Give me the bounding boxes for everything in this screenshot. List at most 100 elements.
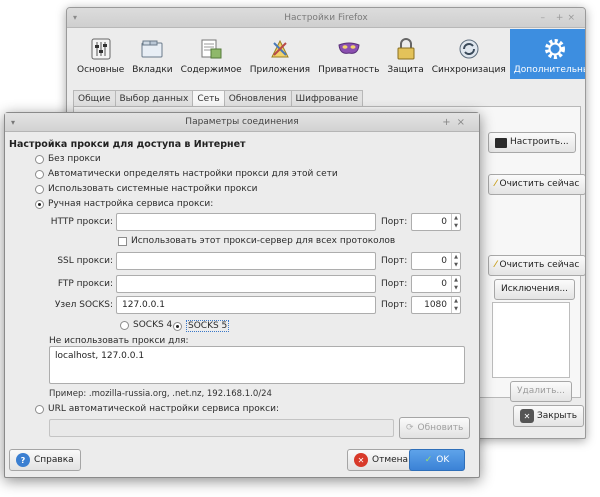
dialog-menu-icon[interactable]: ▾ [11, 113, 15, 132]
radio-auto-detect[interactable]: Автоматически определять настройки прокс… [35, 169, 338, 179]
exceptions-button[interactable]: Исключения... [494, 279, 576, 300]
spin-arrows-icon[interactable]: ▲ ▼ [451, 214, 460, 230]
switches-icon [89, 37, 113, 61]
radio-button-selected[interactable] [35, 199, 44, 209]
pane-content[interactable]: Содержимое [177, 29, 246, 79]
no-proxy-for-label: Не использовать прокси для: [49, 336, 189, 346]
pane-tabs[interactable]: Вкладки [128, 29, 176, 79]
checkmark-icon: ✓ [424, 455, 433, 465]
spin-arrows-icon[interactable]: ▲ ▼ [451, 276, 460, 292]
cancel-button-label: Отмена [372, 455, 409, 465]
pane-advanced[interactable]: Дополнительные [509, 29, 585, 79]
exceptions-button-label: Исключения... [501, 284, 569, 294]
socks-port-value: 1080 [424, 300, 447, 310]
ssl-proxy-input[interactable] [116, 252, 376, 270]
offline-sites-list[interactable] [492, 302, 570, 378]
delete-button[interactable]: Удалить... [510, 381, 572, 402]
cancel-button[interactable]: ✕ Отмена [347, 449, 416, 471]
radio-button[interactable] [35, 154, 44, 164]
close-button[interactable]: ✕ Закрыть [513, 405, 585, 427]
cancel-icon: ✕ [354, 453, 368, 467]
radio-socks4-label: SOCKS 4 [133, 320, 173, 330]
broom-icon: ⁄ [495, 260, 497, 270]
ok-button-label: OK [436, 455, 450, 465]
tab-general[interactable]: Общие [73, 90, 116, 107]
ssl-port-value: 0 [441, 256, 447, 266]
ftp-proxy-input[interactable] [116, 275, 376, 293]
same-proxy-checkbox[interactable]: Использовать этот прокси-сервер для всех… [118, 236, 395, 246]
radio-button[interactable] [35, 404, 44, 414]
ok-button[interactable]: ✓ OK [409, 449, 465, 471]
settings-window-title: Настройки Firefox [284, 13, 368, 23]
radio-button-selected[interactable] [173, 321, 182, 331]
ssl-port-input[interactable]: 0 ▲ ▼ [411, 252, 461, 270]
radio-button[interactable] [120, 320, 129, 330]
clear-offline-button[interactable]: ⁄ Очистить сейчас [488, 255, 585, 276]
socks-port-label: Порт: [381, 300, 408, 310]
sync-icon [457, 37, 481, 61]
radio-no-proxy[interactable]: Без прокси [35, 154, 101, 164]
configure-button[interactable]: Настроить... [488, 132, 576, 153]
pane-security[interactable]: Защита [383, 29, 427, 79]
clear-cache-button-label: Очистить сейчас [499, 179, 580, 189]
proxy-heading: Настройка прокси для доступа в Интернет [9, 139, 246, 150]
help-button-label: Справка [34, 455, 74, 465]
content-icon [199, 37, 223, 61]
ssl-port-label: Порт: [381, 256, 408, 266]
reload-icon: ⟳ [406, 423, 414, 433]
radio-manual-proxy[interactable]: Ручная настройка сервиса прокси: [35, 199, 213, 209]
window-menu-icon[interactable]: ▾ [73, 8, 77, 28]
no-proxy-for-input[interactable]: localhost, 127.0.0.1 [49, 346, 465, 384]
network-icon [495, 137, 507, 148]
checkbox[interactable] [118, 236, 127, 246]
http-port-input[interactable]: 0 ▲ ▼ [411, 213, 461, 231]
pane-applications-label: Приложения [249, 65, 311, 75]
dialog-title: Параметры соединения [185, 117, 299, 127]
pac-url-input[interactable] [49, 419, 394, 437]
pane-tabs-label: Вкладки [132, 65, 173, 75]
socks-port-input[interactable]: 1080 ▲ ▼ [411, 296, 461, 314]
radio-pac-url[interactable]: URL автоматической настройки сервиса про… [35, 404, 279, 414]
same-proxy-label: Использовать этот прокси-сервер для всех… [131, 236, 396, 246]
radio-system-proxy-label: Использовать системные настройки прокси [48, 184, 258, 194]
tabs-icon [140, 37, 164, 61]
gear-icon [543, 37, 567, 61]
tab-data-choices[interactable]: Выбор данных [114, 90, 194, 107]
window-controls[interactable]: – +× [541, 8, 579, 28]
pane-applications[interactable]: Приложения [246, 29, 314, 79]
pane-sync[interactable]: Синхронизация [428, 29, 510, 79]
pane-advanced-label: Дополнительные [513, 65, 585, 75]
delete-button-label: Удалить... [517, 386, 565, 396]
no-proxy-example: Пример: .mozilla-russia.org, .net.nz, 19… [49, 389, 272, 399]
spin-arrows-icon[interactable]: ▲ ▼ [451, 297, 460, 313]
mask-icon [337, 37, 361, 61]
http-proxy-label: HTTP прокси: [50, 217, 113, 227]
dialog-window-controls[interactable]: +× [442, 113, 471, 132]
spin-arrows-icon[interactable]: ▲ ▼ [451, 253, 460, 269]
ftp-port-value: 0 [441, 279, 447, 289]
radio-no-proxy-label: Без прокси [48, 154, 101, 164]
radio-button[interactable] [35, 184, 44, 194]
radio-button[interactable] [35, 169, 44, 179]
radio-manual-proxy-label: Ручная настройка сервиса прокси: [48, 199, 214, 209]
pane-general[interactable]: Основные [73, 29, 128, 79]
reload-button[interactable]: ⟳ Обновить [399, 417, 471, 439]
advanced-tabs: Общие Выбор данных Сеть Обновления Шифро… [73, 90, 363, 108]
tab-update[interactable]: Обновления [223, 90, 292, 107]
radio-socks5-label: SOCKS 5 [186, 320, 230, 332]
help-button[interactable]: ? Справка [9, 449, 81, 471]
radio-socks5[interactable]: SOCKS 5 [173, 320, 230, 332]
preferences-toolbar: Основные Вкладки Содержимое Приложения П… [67, 29, 585, 81]
http-proxy-input[interactable] [116, 213, 376, 231]
settings-titlebar: ▾ Настройки Firefox – +× [67, 8, 585, 28]
pane-privacy[interactable]: Приватность [314, 29, 383, 79]
socks-host-input[interactable]: 127.0.0.1 [116, 296, 376, 314]
radio-socks4[interactable]: SOCKS 4 [120, 320, 172, 330]
pane-sync-label: Синхронизация [431, 65, 506, 75]
radio-system-proxy[interactable]: Использовать системные настройки прокси [35, 184, 258, 194]
tab-encryption[interactable]: Шифрование [290, 90, 363, 107]
radio-pac-url-label: URL автоматической настройки сервиса про… [48, 404, 279, 414]
ftp-port-input[interactable]: 0 ▲ ▼ [411, 275, 461, 293]
clear-cache-button[interactable]: ⁄ Очистить сейчас [488, 174, 585, 195]
http-port-label: Порт: [381, 217, 408, 227]
